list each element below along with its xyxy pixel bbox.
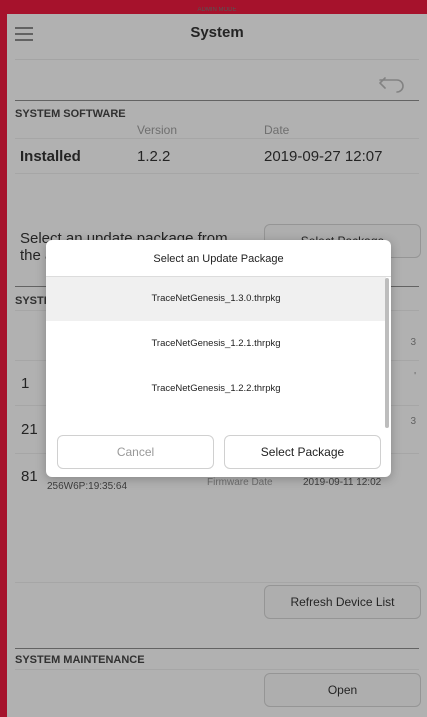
dialog-select-package-button[interactable]: Select Package (224, 435, 381, 469)
dialog-title: Select an Update Package (153, 253, 284, 265)
package-list-scrollbar[interactable] (385, 278, 389, 428)
package-item[interactable]: TraceNetGenesis_1.2.1.thrpkg (46, 322, 386, 366)
package-item[interactable]: TraceNetGenesis_1.3.0.thrpkg (46, 277, 386, 321)
select-update-package-dialog: Select an Update Package TraceNetGenesis… (46, 240, 391, 477)
cancel-button[interactable]: Cancel (57, 435, 214, 469)
package-item[interactable]: TraceNetGenesis_1.2.2.thrpkg (46, 367, 386, 411)
